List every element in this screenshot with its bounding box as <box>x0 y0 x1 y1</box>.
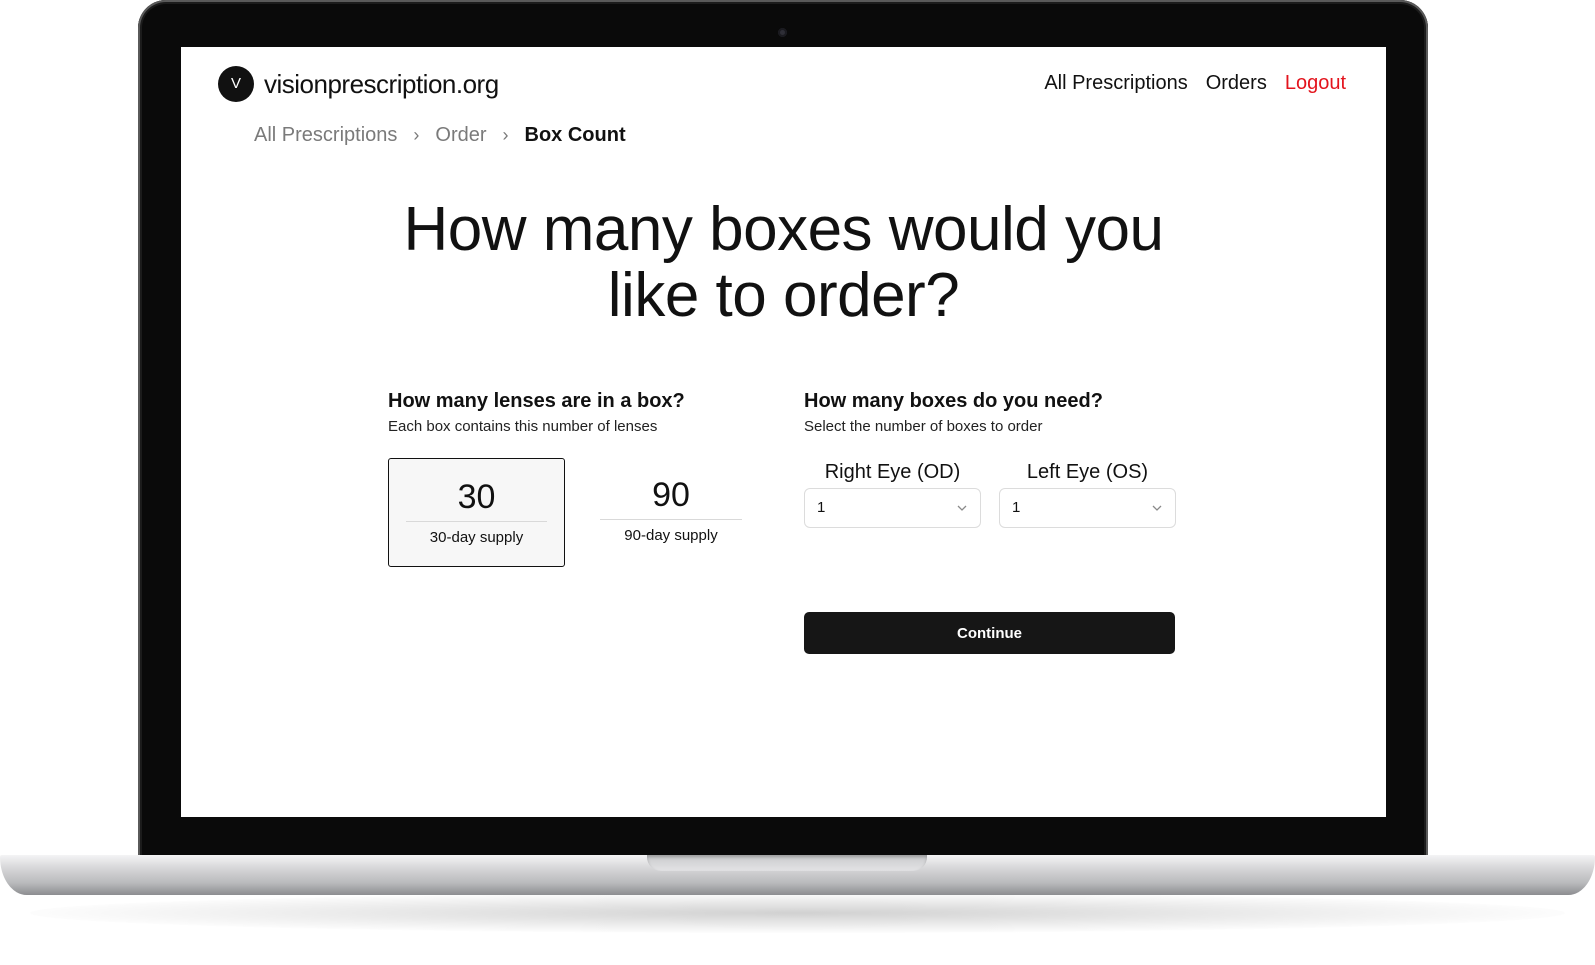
lens-option-value: 30 <box>457 478 496 516</box>
boxes-hint: Select the number of boxes to order <box>804 418 1043 435</box>
webcam-icon <box>778 28 787 37</box>
box-quantity-section: How many boxes do you need? Select the n… <box>804 387 1184 654</box>
breadcrumb-order[interactable]: Order <box>435 121 486 149</box>
lens-option-30[interactable]: 30 30-day supply <box>388 458 565 567</box>
lens-option-label: 90-day supply <box>624 527 718 544</box>
divider <box>600 519 742 520</box>
left-eye-box-select[interactable]: 1 <box>999 488 1176 528</box>
eye-selectors: Right Eye (OD) 1 Left Eye (OS) 1 <box>804 458 1184 530</box>
divider <box>406 521 547 522</box>
laptop-mockup: V visionprescription.org All Prescriptio… <box>0 0 1595 965</box>
top-nav: All Prescriptions Orders Logout <box>1044 69 1346 97</box>
lenses-question: How many lenses are in a box? <box>388 390 685 412</box>
page-title: How many boxes would you like to order? <box>181 197 1386 329</box>
chevron-down-icon <box>957 505 967 511</box>
right-eye-box-value: 1 <box>817 499 826 516</box>
breadcrumb-box-count: Box Count <box>524 124 626 146</box>
right-eye-label: Right Eye (OD) <box>824 461 961 483</box>
nav-orders[interactable]: Orders <box>1206 69 1267 97</box>
site-header: V visionprescription.org All Prescriptio… <box>181 47 1386 121</box>
nav-logout[interactable]: Logout <box>1285 69 1346 97</box>
browser-screen: V visionprescription.org All Prescriptio… <box>181 47 1386 817</box>
lenses-per-box-section: How many lenses are in a box? Each box c… <box>388 387 768 570</box>
page-title-line-1: How many boxes would you <box>403 195 1164 264</box>
breadcrumb: All Prescriptions › Order › Box Count <box>254 121 626 149</box>
lens-option-label: 30-day supply <box>429 529 524 546</box>
chevron-down-icon <box>1152 505 1162 511</box>
lens-option-value: 90 <box>652 476 690 514</box>
nav-all-prescriptions[interactable]: All Prescriptions <box>1044 69 1187 97</box>
left-eye-label: Left Eye (OS) <box>1026 461 1149 483</box>
right-eye-box-select[interactable]: 1 <box>804 488 981 528</box>
boxes-question: How many boxes do you need? <box>804 390 1103 412</box>
laptop-shadow <box>30 893 1565 933</box>
breadcrumb-all-prescriptions[interactable]: All Prescriptions <box>254 121 397 149</box>
lens-count-options: 30 30-day supply 90 90-day supply <box>388 458 768 570</box>
breadcrumb-chevron-icon: › <box>502 125 509 145</box>
laptop-hinge-notch <box>647 855 927 871</box>
logo-icon[interactable]: V <box>218 66 254 102</box>
left-eye-box-value: 1 <box>1012 499 1021 516</box>
breadcrumb-chevron-icon: › <box>413 125 420 145</box>
page-title-line-2: like to order? <box>607 261 960 330</box>
continue-button[interactable]: Continue <box>804 612 1175 654</box>
site-name[interactable]: visionprescription.org <box>264 66 499 102</box>
left-eye-group: Left Eye (OS) 1 <box>999 458 1176 528</box>
lens-option-90[interactable]: 90 90-day supply <box>600 457 742 566</box>
lenses-hint: Each box contains this number of lenses <box>388 418 658 435</box>
right-eye-group: Right Eye (OD) 1 <box>804 458 981 528</box>
